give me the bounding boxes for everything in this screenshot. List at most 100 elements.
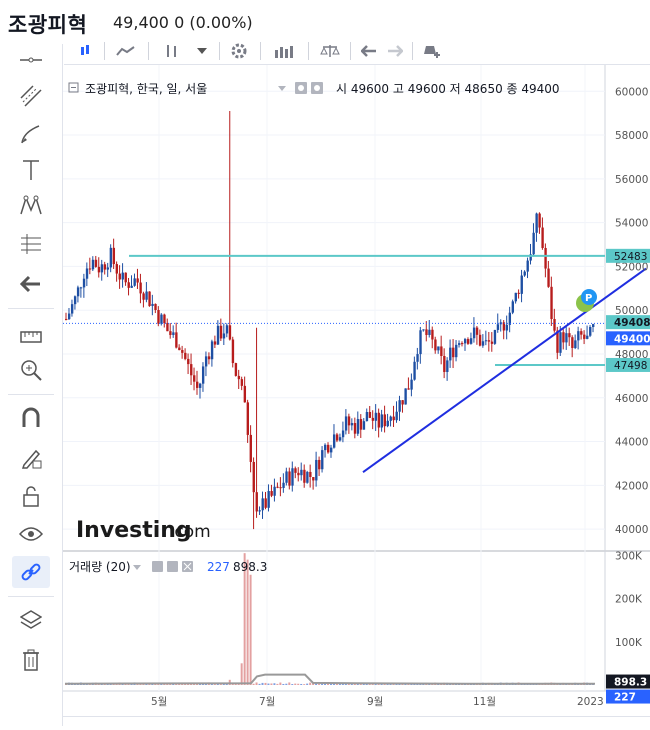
time-tick-label: 9월 xyxy=(367,696,383,708)
bar-type-icon[interactable] xyxy=(160,40,184,62)
candle-body xyxy=(288,471,291,486)
candle-body xyxy=(517,292,520,294)
trash-icon[interactable] xyxy=(12,644,50,676)
candle-body xyxy=(321,450,324,470)
event-marker-icon[interactable]: P xyxy=(576,289,597,312)
chevron-down-icon[interactable] xyxy=(192,40,212,62)
candle-body xyxy=(520,275,523,294)
candle-body xyxy=(112,247,116,265)
price-badge-label: 49408 xyxy=(614,317,650,329)
measure-icon[interactable] xyxy=(12,318,50,350)
candles-icon[interactable] xyxy=(76,40,94,62)
candle-body xyxy=(353,423,357,434)
candle-body xyxy=(586,335,589,339)
candle-body xyxy=(148,291,151,306)
volume-bar xyxy=(246,559,249,685)
lock-icon[interactable] xyxy=(12,480,50,512)
line-chart-icon[interactable] xyxy=(114,40,138,62)
price-chart[interactable]: 4000042000440004600048000500005200054000… xyxy=(63,65,650,726)
magnet-icon[interactable] xyxy=(12,402,50,434)
candle-body xyxy=(335,434,339,441)
volume-value-1: 227 xyxy=(207,560,230,574)
candle-body xyxy=(157,310,160,324)
candle-body xyxy=(431,329,434,340)
candle-body xyxy=(466,339,470,344)
undo-icon[interactable] xyxy=(358,40,380,62)
candle-body xyxy=(395,411,398,421)
candle-body xyxy=(181,350,184,353)
candles xyxy=(65,110,595,530)
candle-body xyxy=(469,338,473,344)
candle-body xyxy=(97,266,101,273)
candle-body xyxy=(389,416,392,421)
candle-body xyxy=(273,486,276,496)
candle-body xyxy=(145,291,148,300)
volume-bar xyxy=(264,682,267,685)
zoom-in-icon[interactable] xyxy=(12,354,50,386)
text-tool-icon[interactable] xyxy=(12,154,50,186)
candle-body xyxy=(374,412,378,421)
alert-icon[interactable] xyxy=(420,40,444,62)
candle-body xyxy=(151,303,154,306)
candle-body xyxy=(568,333,571,338)
candle-body xyxy=(261,498,264,511)
candle-body xyxy=(67,313,71,320)
time-tick-label: 5월 xyxy=(151,696,167,708)
candle-body xyxy=(538,213,541,228)
indicators-icon[interactable] xyxy=(272,40,296,62)
gear-icon[interactable] xyxy=(167,561,178,572)
candle-body xyxy=(70,304,74,314)
visibility-icon[interactable] xyxy=(152,561,163,572)
candle-body xyxy=(201,366,205,384)
chevron-down-icon[interactable] xyxy=(278,86,286,91)
candle-body xyxy=(344,416,348,431)
arrow-left-icon[interactable] xyxy=(12,268,50,300)
candle-body xyxy=(434,339,437,351)
candle-body xyxy=(243,385,247,403)
volume-bar xyxy=(294,683,297,685)
candle-body xyxy=(94,259,98,267)
candle-body xyxy=(312,477,315,481)
redo-icon[interactable] xyxy=(384,40,406,62)
candle-body xyxy=(73,296,77,305)
volume-bar xyxy=(303,684,306,685)
prediction-icon[interactable] xyxy=(12,228,50,260)
candle-body xyxy=(324,444,327,451)
price-tick-label: 56000 xyxy=(615,174,648,186)
parallel-channel-icon[interactable] xyxy=(12,80,50,112)
chevron-down-icon[interactable] xyxy=(133,565,141,570)
candle-body xyxy=(300,469,303,476)
gear-icon[interactable] xyxy=(228,40,250,62)
candle-body xyxy=(240,379,244,386)
candle-body xyxy=(225,325,229,334)
candle-body xyxy=(422,329,425,331)
candle-body xyxy=(291,468,294,486)
candle-body xyxy=(535,213,538,233)
layers-icon[interactable] xyxy=(12,604,50,636)
volume-bar xyxy=(255,682,258,685)
volume-bar xyxy=(273,683,276,685)
price-tick-label: 42000 xyxy=(615,480,648,492)
candle-body xyxy=(213,341,217,345)
candle-body xyxy=(458,343,461,345)
compare-icon[interactable] xyxy=(318,40,342,62)
volume-bar xyxy=(279,682,282,685)
candle-body xyxy=(139,282,142,294)
bottom-range-bar xyxy=(63,716,650,727)
volume-bar xyxy=(309,682,312,685)
candle-body xyxy=(410,379,413,390)
horizontal-line-icon[interactable] xyxy=(12,44,50,76)
candle-body xyxy=(309,471,312,478)
chart-area[interactable]: 40000 42000 44000 46000 48000 50000 52000 54000… xyxy=(63,65,650,726)
lock-pencil-icon[interactable] xyxy=(12,442,50,474)
link-icon[interactable] xyxy=(12,556,50,588)
candle-body xyxy=(100,264,104,273)
brush-icon[interactable] xyxy=(12,118,50,150)
candle-body xyxy=(368,411,372,418)
volume-badge-label: 898.3 xyxy=(614,677,647,689)
eye-icon[interactable] xyxy=(12,518,50,550)
pattern-icon[interactable] xyxy=(12,190,50,222)
candle-body xyxy=(330,447,333,453)
candle-body xyxy=(252,461,255,493)
candle-body xyxy=(190,364,193,376)
